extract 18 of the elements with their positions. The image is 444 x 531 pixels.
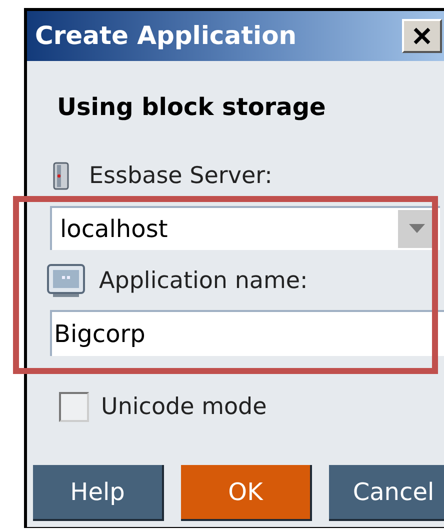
close-icon [413,27,431,45]
field-label: Application name: [99,266,308,296]
dialog-button[interactable]: Cancel [329,464,444,520]
window-title: Create Application [35,20,297,52]
checkbox-label: Unicode mode [101,393,267,422]
application-icon [47,264,85,298]
field-label: Essbase Server: [89,162,272,191]
application-name-field[interactable]: Bigcorp [50,310,444,356]
dialog-button[interactable]: Help [33,464,164,520]
close-button[interactable] [402,19,442,53]
server-dropdown[interactable]: localhost [50,206,440,250]
dropdown-value: localhost [60,214,168,244]
checkbox[interactable] [59,392,89,422]
caret-icon [409,224,425,233]
input-text: Bigcorp [54,316,444,352]
section-heading: Using block storage [56,92,327,123]
server-icon [51,161,71,192]
dialog-button[interactable]: OK [181,464,312,520]
